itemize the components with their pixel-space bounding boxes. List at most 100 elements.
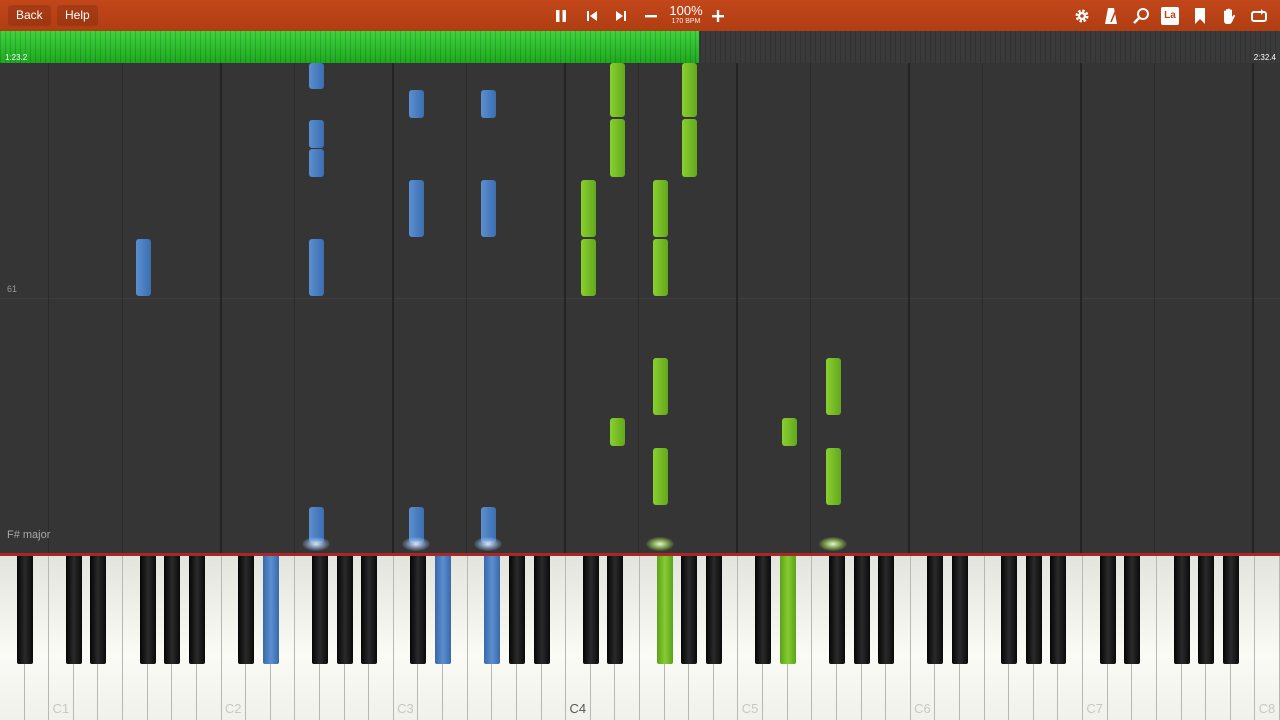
beat-line <box>466 63 467 553</box>
beat-line <box>122 63 123 553</box>
black-key-Gsharp6[interactable] <box>1025 556 1042 664</box>
plus-icon[interactable] <box>706 4 730 28</box>
black-key-Csharp1[interactable] <box>65 556 82 664</box>
note-right-hand <box>682 63 697 117</box>
piano-keyboard[interactable]: C1 C2 C3 C4 C5 C6 C7 C8 <box>0 553 1280 720</box>
black-key-Csharp4[interactable] <box>582 556 599 664</box>
black-key-Dsharp3[interactable] <box>435 556 452 664</box>
note-right-hand <box>653 358 668 415</box>
key-glow <box>819 537 847 551</box>
black-key-Fsharp4[interactable] <box>656 556 673 664</box>
black-key-Csharp7[interactable] <box>1099 556 1116 664</box>
skip-next-icon[interactable] <box>609 4 633 28</box>
black-key-Gsharp2[interactable] <box>336 556 353 664</box>
search-icon[interactable] <box>1129 4 1153 28</box>
measure-line <box>736 63 738 553</box>
key-signature: F# major <box>7 529 51 541</box>
key-glow <box>474 537 502 551</box>
note-left-hand <box>409 90 424 118</box>
beat-line <box>638 63 639 553</box>
note-right-hand <box>826 358 841 415</box>
black-key-Fsharp5[interactable] <box>828 556 845 664</box>
octave-label: C3 <box>397 701 414 716</box>
white-key-C8[interactable] <box>1255 556 1280 720</box>
black-key-Gsharp4[interactable] <box>681 556 698 664</box>
note-right-hand <box>653 448 668 505</box>
black-key-Fsharp7[interactable] <box>1173 556 1190 664</box>
beat-line <box>294 63 295 553</box>
minus-icon[interactable] <box>639 4 663 28</box>
octave-label: C5 <box>741 701 759 716</box>
octave-label: C4 <box>569 701 587 716</box>
black-key-Fsharp3[interactable] <box>484 556 501 664</box>
black-key-Dsharp2[interactable] <box>262 556 279 664</box>
black-key-Dsharp6[interactable] <box>951 556 968 664</box>
back-button[interactable]: Back <box>8 5 51 26</box>
total-time: 2:32.4 <box>1253 53 1276 62</box>
black-key-Dsharp5[interactable] <box>779 556 796 664</box>
black-key-Fsharp6[interactable] <box>1001 556 1018 664</box>
tempo-bpm: 170 BPM <box>671 18 701 25</box>
black-key-Asharp3[interactable] <box>533 556 550 664</box>
note-left-hand <box>309 63 324 89</box>
black-key-Gsharp1[interactable] <box>164 556 181 664</box>
black-key-Csharp5[interactable] <box>755 556 772 664</box>
pause-icon[interactable] <box>549 4 573 28</box>
octave-label: C1 <box>52 701 70 716</box>
metronome-icon[interactable] <box>1099 4 1123 28</box>
beat-line <box>48 63 49 553</box>
speed-percent: 100% <box>669 3 703 18</box>
note-right-hand <box>653 239 668 296</box>
hand-icon[interactable] <box>1217 4 1241 28</box>
octave-label: C7 <box>1086 701 1103 716</box>
note-right-hand <box>581 239 596 296</box>
note-left-hand <box>309 239 324 296</box>
label-icon-text: La <box>1161 7 1179 25</box>
octave-label: C8 <box>1258 701 1276 716</box>
black-key-Csharp6[interactable] <box>927 556 944 664</box>
black-key-Asharp5[interactable] <box>878 556 895 664</box>
bookmark-icon[interactable] <box>1188 4 1212 28</box>
beat-line <box>982 63 983 553</box>
black-key-Dsharp1[interactable] <box>90 556 107 664</box>
black-key-Asharp7[interactable] <box>1222 556 1239 664</box>
toolbar: Back Help 100% 170 BPM La <box>0 0 1280 31</box>
measure-line <box>392 63 394 553</box>
skip-previous-icon[interactable] <box>580 4 604 28</box>
note-right-hand <box>682 119 697 177</box>
black-key-Asharp1[interactable] <box>188 556 205 664</box>
black-key-Asharp2[interactable] <box>361 556 378 664</box>
note-right-hand <box>653 180 668 237</box>
black-key-Csharp3[interactable] <box>410 556 427 664</box>
measure-line <box>1252 63 1254 553</box>
progress-ticks <box>0 31 1280 63</box>
black-key-Gsharp3[interactable] <box>508 556 525 664</box>
black-key-Asharp4[interactable] <box>705 556 722 664</box>
black-key-Fsharp2[interactable] <box>311 556 328 664</box>
note-left-hand <box>481 90 496 118</box>
note-left-hand <box>309 120 324 148</box>
note-right-hand <box>782 418 797 446</box>
black-key-Gsharp5[interactable] <box>853 556 870 664</box>
measure-line <box>908 63 910 553</box>
measure-line <box>220 63 222 553</box>
song-progress-bar[interactable]: 1:23.2 2:32.4 <box>0 31 1280 63</box>
note-right-hand <box>826 448 841 505</box>
black-key-Gsharp7[interactable] <box>1198 556 1215 664</box>
black-key-Dsharp4[interactable] <box>607 556 624 664</box>
black-key-Asharp6[interactable] <box>1050 556 1067 664</box>
black-key-Asharp0[interactable] <box>16 556 33 664</box>
black-key-Fsharp1[interactable] <box>139 556 156 664</box>
loop-icon[interactable] <box>1247 4 1271 28</box>
note-left-hand <box>409 180 424 237</box>
note-left-hand <box>481 180 496 237</box>
note-right-hand <box>581 180 596 237</box>
black-key-Csharp2[interactable] <box>238 556 255 664</box>
black-key-Dsharp7[interactable] <box>1124 556 1141 664</box>
help-button[interactable]: Help <box>57 5 98 26</box>
label-icon[interactable]: La <box>1158 4 1182 28</box>
elapsed-time: 1:23.2 <box>5 53 28 62</box>
settings-icon[interactable] <box>1070 4 1094 28</box>
speed-display: 100% 170 BPM <box>664 4 708 25</box>
note-right-hand <box>610 418 625 446</box>
